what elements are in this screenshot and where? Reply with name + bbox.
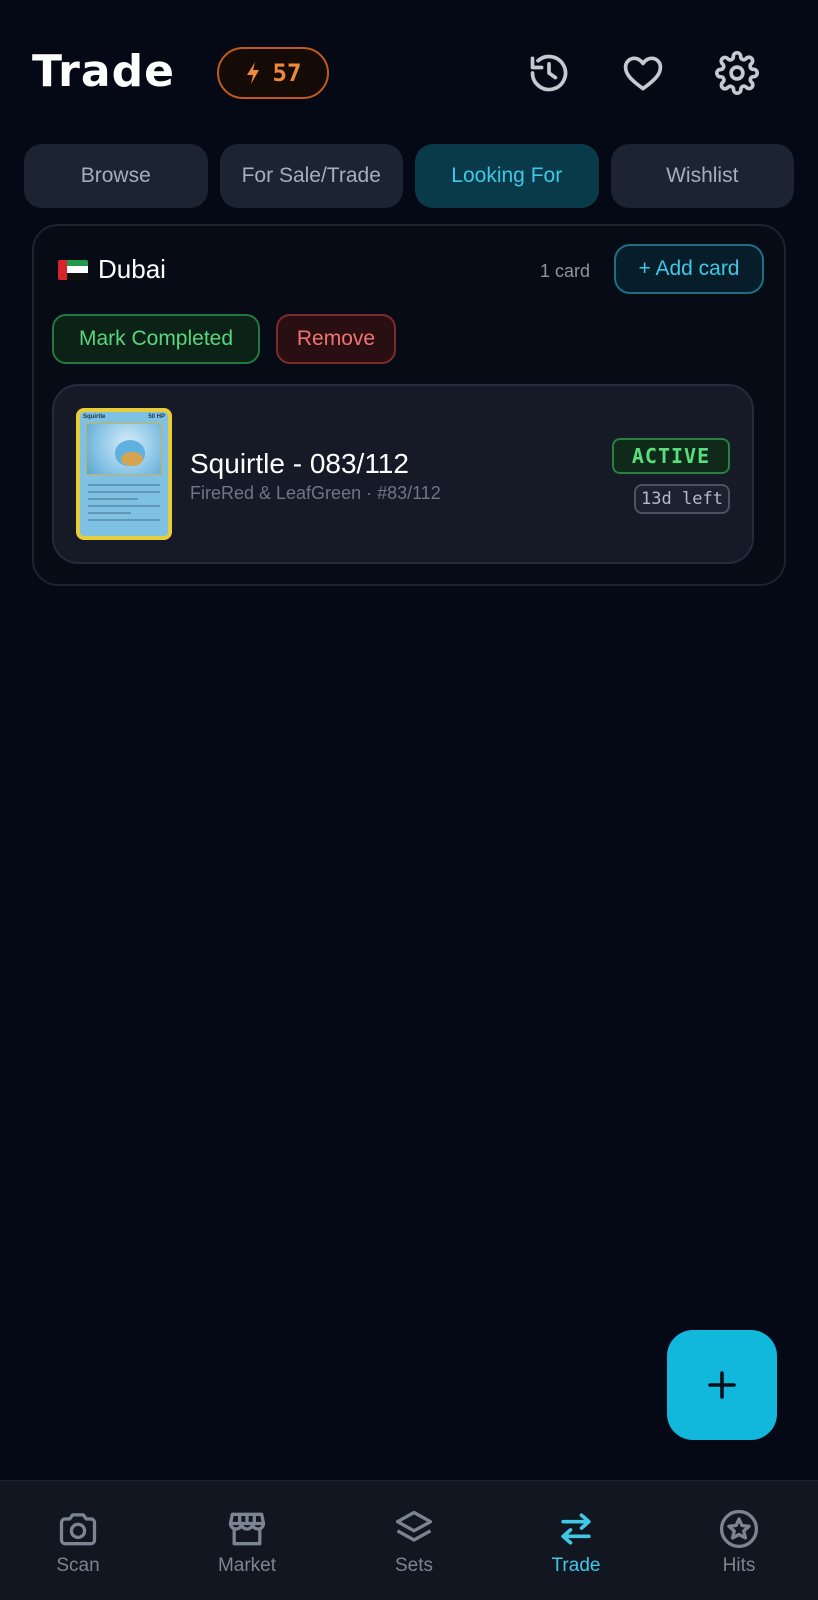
star-circle-icon <box>719 1509 759 1549</box>
points-badge[interactable]: 57 <box>217 47 329 99</box>
nav-trade-label: Trade <box>551 1555 601 1576</box>
favorites-button[interactable] <box>620 50 666 96</box>
uae-flag-icon <box>58 259 88 280</box>
card-count: 1 card <box>540 261 591 281</box>
location-header: Dubai <box>58 254 166 285</box>
card-thumbnail: Squirtle 50 HP <box>76 408 172 540</box>
bottom-nav: Scan Market Sets Trade Hits <box>0 1480 818 1600</box>
settings-button[interactable] <box>714 50 760 96</box>
status-badge: ACTIVE <box>612 438 730 474</box>
card-art <box>86 423 162 475</box>
tab-browse[interactable]: Browse <box>24 144 208 208</box>
tab-wishlist[interactable]: Wishlist <box>610 144 794 208</box>
nav-market[interactable]: Market <box>187 1481 307 1600</box>
layers-icon <box>395 1510 433 1542</box>
nav-scan-label: Scan <box>56 1555 100 1576</box>
nav-sets-label: Sets <box>394 1555 434 1576</box>
history-icon <box>530 54 568 92</box>
nav-market-label: Market <box>217 1555 277 1576</box>
thumb-card-hp: 50 HP <box>148 414 165 420</box>
add-fab-button[interactable] <box>667 1330 777 1440</box>
add-card-button[interactable]: + Add card <box>614 244 764 294</box>
nav-scan[interactable]: Scan <box>18 1481 138 1600</box>
history-button[interactable] <box>526 50 572 96</box>
location-name: Dubai <box>98 254 166 284</box>
time-left-badge: 13d left <box>634 484 730 514</box>
card-text-lines <box>88 484 160 526</box>
nav-trade[interactable]: Trade <box>516 1481 636 1600</box>
nav-sets[interactable]: Sets <box>354 1481 474 1600</box>
tab-looking-for[interactable]: Looking For <box>415 144 599 208</box>
group-actions: Mark Completed Remove <box>52 314 396 364</box>
mark-completed-button[interactable]: Mark Completed <box>52 314 260 364</box>
lightning-icon <box>246 62 259 84</box>
nav-hits[interactable]: Hits <box>679 1481 799 1600</box>
plus-icon <box>708 1371 736 1399</box>
remove-button[interactable]: Remove <box>276 314 396 364</box>
tab-for-sale-trade[interactable]: For Sale/Trade <box>219 144 403 208</box>
nav-hits-label: Hits <box>722 1555 756 1576</box>
points-value: 57 <box>272 59 302 87</box>
page-title: Trade <box>32 46 175 97</box>
thumb-card-name: Squirtle <box>83 414 106 420</box>
card-title: Squirtle - 083/112 <box>190 448 409 479</box>
location-group-card: Dubai 1 card + Add card Mark Completed R… <box>32 224 786 586</box>
store-icon <box>228 1512 266 1546</box>
camera-icon <box>59 1513 97 1546</box>
card-list-item[interactable]: Squirtle 50 HP Squirtle - 083/112 FireRe… <box>52 384 754 564</box>
swap-icon <box>561 1513 591 1545</box>
gear-icon <box>715 51 759 95</box>
card-subtitle: FireRed & LeafGreen · #83/112 <box>190 483 441 503</box>
tab-bar: Browse For Sale/Trade Looking For Wishli… <box>24 144 794 208</box>
heart-icon <box>623 56 663 91</box>
header: Trade 57 <box>32 40 786 106</box>
